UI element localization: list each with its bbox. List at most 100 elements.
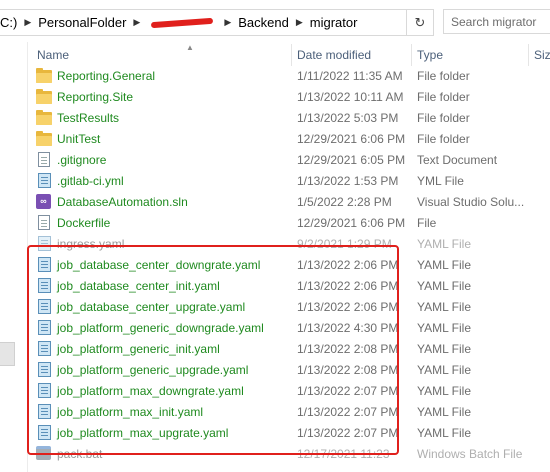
file-row[interactable]: pack.bat 12/17/2021 11:23 Windows Batch …	[28, 444, 550, 465]
text-document-icon	[36, 152, 52, 168]
file-date: 1/5/2022 2:28 PM	[297, 195, 392, 209]
file-row[interactable]: ingress.yaml 9/2/2021 1:29 PM YAML File	[28, 234, 550, 255]
file-date: 1/13/2022 2:07 PM	[297, 426, 399, 440]
file-date: 1/13/2022 2:07 PM	[297, 384, 399, 398]
file-type: YAML File	[417, 342, 472, 356]
folder-icon	[36, 89, 52, 105]
file-date: 12/29/2021 6:05 PM	[297, 153, 406, 167]
address-bar[interactable]: C:) ▶ PersonalFolder ▶ ▶ Backend ▶ migra…	[0, 9, 434, 36]
refresh-icon[interactable]: ↻	[406, 10, 433, 35]
file-date: 12/29/2021 6:06 PM	[297, 216, 406, 230]
file-date: 1/13/2022 2:06 PM	[297, 258, 399, 272]
file-type: YAML File	[417, 237, 472, 251]
file-name: job_platform_max_upgrate.yaml	[57, 426, 229, 440]
file-name: job_database_center_downgrate.yaml	[57, 258, 261, 272]
file-date: 9/2/2021 1:29 PM	[297, 237, 392, 251]
file-date: 1/13/2022 4:30 PM	[297, 321, 399, 335]
column-header-type[interactable]: Type	[417, 48, 443, 62]
file-type: YAML File	[417, 363, 472, 377]
file-name: job_database_center_upgrate.yaml	[57, 300, 246, 314]
file-icon	[36, 215, 52, 231]
file-type: YAML File	[417, 300, 472, 314]
breadcrumb-backend[interactable]: Backend	[238, 15, 289, 30]
file-row[interactable]: job_database_center_upgrate.yaml 1/13/20…	[28, 297, 550, 318]
file-type: File folder	[417, 90, 470, 104]
file-row[interactable]: TestResults 1/13/2022 5:03 PM File folde…	[28, 108, 550, 129]
file-name: Reporting.General	[57, 69, 156, 83]
file-row[interactable]: job_platform_max_upgrate.yaml 1/13/2022 …	[28, 423, 550, 444]
yaml-file-icon	[36, 404, 52, 420]
breadcrumb-drive[interactable]: C:)	[0, 15, 17, 30]
file-name: TestResults	[57, 111, 120, 125]
file-name: job_platform_generic_init.yaml	[57, 342, 220, 356]
file-row[interactable]: job_platform_generic_init.yaml 1/13/2022…	[28, 339, 550, 360]
file-type: Windows Batch File	[417, 447, 523, 461]
column-header-name[interactable]: Name	[37, 48, 69, 62]
file-type: File folder	[417, 111, 470, 125]
column-divider[interactable]	[291, 44, 292, 66]
batch-file-icon	[36, 446, 52, 462]
file-row[interactable]: job_database_center_downgrate.yaml 1/13/…	[28, 255, 550, 276]
breadcrumb-chevron-icon[interactable]: ▶	[24, 17, 31, 28]
yaml-file-icon	[36, 299, 52, 315]
file-row[interactable]: job_platform_generic_downgrade.yaml 1/13…	[28, 318, 550, 339]
folder-icon	[36, 110, 52, 126]
breadcrumb-chevron-icon[interactable]: ▶	[133, 17, 140, 28]
file-date: 12/17/2021 11:23	[297, 447, 390, 461]
file-row[interactable]: job_platform_max_init.yaml 1/13/2022 2:0…	[28, 402, 550, 423]
file-row[interactable]: Dockerfile 12/29/2021 6:06 PM File	[28, 213, 550, 234]
visual-studio-solution-icon: ∞	[36, 194, 52, 210]
yaml-file-icon	[36, 173, 52, 189]
file-type: Visual Studio Solu...	[417, 195, 525, 209]
file-date: 1/13/2022 2:08 PM	[297, 363, 399, 377]
file-date: 1/11/2022 11:35 AM	[297, 69, 403, 83]
breadcrumb-personalfolder[interactable]: PersonalFolder	[38, 15, 126, 30]
folder-icon	[36, 68, 52, 84]
file-type: File	[417, 216, 437, 230]
file-type: File folder	[417, 69, 470, 83]
file-type: YAML File	[417, 384, 472, 398]
file-name: DatabaseAutomation.sln	[57, 195, 188, 209]
yaml-file-icon	[36, 341, 52, 357]
breadcrumb-migrator[interactable]: migrator	[310, 15, 358, 30]
file-name: job_platform_generic_upgrade.yaml	[57, 363, 249, 377]
column-divider[interactable]	[411, 44, 412, 66]
file-name: job_platform_max_init.yaml	[57, 405, 204, 419]
navigation-pane-selection[interactable]	[0, 342, 15, 366]
file-row[interactable]: Reporting.General 1/11/2022 11:35 AM Fil…	[28, 66, 550, 87]
file-date: 1/13/2022 2:06 PM	[297, 279, 399, 293]
column-divider[interactable]	[528, 44, 529, 66]
breadcrumb-chevron-icon[interactable]: ▶	[296, 17, 303, 28]
file-type: YAML File	[417, 321, 472, 335]
yaml-file-icon	[36, 362, 52, 378]
file-date: 1/13/2022 5:03 PM	[297, 111, 399, 125]
breadcrumb-chevron-icon[interactable]: ▶	[224, 17, 231, 28]
yaml-file-icon	[36, 320, 52, 336]
file-row[interactable]: job_database_center_init.yaml 1/13/2022 …	[28, 276, 550, 297]
column-header-date[interactable]: Date modified	[297, 48, 371, 62]
file-name: job_database_center_init.yaml	[57, 279, 220, 293]
file-date: 1/13/2022 10:11 AM	[297, 90, 404, 104]
file-row[interactable]: .gitignore 12/29/2021 6:05 PM Text Docum…	[28, 150, 550, 171]
file-row[interactable]: .gitlab-ci.yml 1/13/2022 1:53 PM YML Fil…	[28, 171, 550, 192]
search-box[interactable]: Search migrator	[443, 9, 550, 34]
navigation-pane[interactable]	[0, 42, 28, 472]
file-row[interactable]: job_platform_generic_upgrade.yaml 1/13/2…	[28, 360, 550, 381]
yaml-file-icon	[36, 257, 52, 273]
file-name: Reporting.Site	[57, 90, 134, 104]
file-name: ingress.yaml	[57, 237, 125, 251]
folder-icon	[36, 131, 52, 147]
file-type: File folder	[417, 132, 470, 146]
column-header-size[interactable]: Siz	[534, 48, 550, 62]
file-type: YAML File	[417, 279, 472, 293]
file-type: YML File	[417, 174, 464, 188]
column-header-row: ▲ Name Date modified Type Siz	[28, 43, 550, 66]
file-type: Text Document	[417, 153, 498, 167]
file-row[interactable]: job_platform_max_downgrate.yaml 1/13/202…	[28, 381, 550, 402]
file-row[interactable]: Reporting.Site 1/13/2022 10:11 AM File f…	[28, 87, 550, 108]
yaml-file-icon	[36, 425, 52, 441]
file-date: 1/13/2022 2:07 PM	[297, 405, 399, 419]
file-date: 12/29/2021 6:06 PM	[297, 132, 406, 146]
file-row[interactable]: UnitTest 12/29/2021 6:06 PM File folder	[28, 129, 550, 150]
file-row[interactable]: ∞ DatabaseAutomation.sln 1/5/2022 2:28 P…	[28, 192, 550, 213]
